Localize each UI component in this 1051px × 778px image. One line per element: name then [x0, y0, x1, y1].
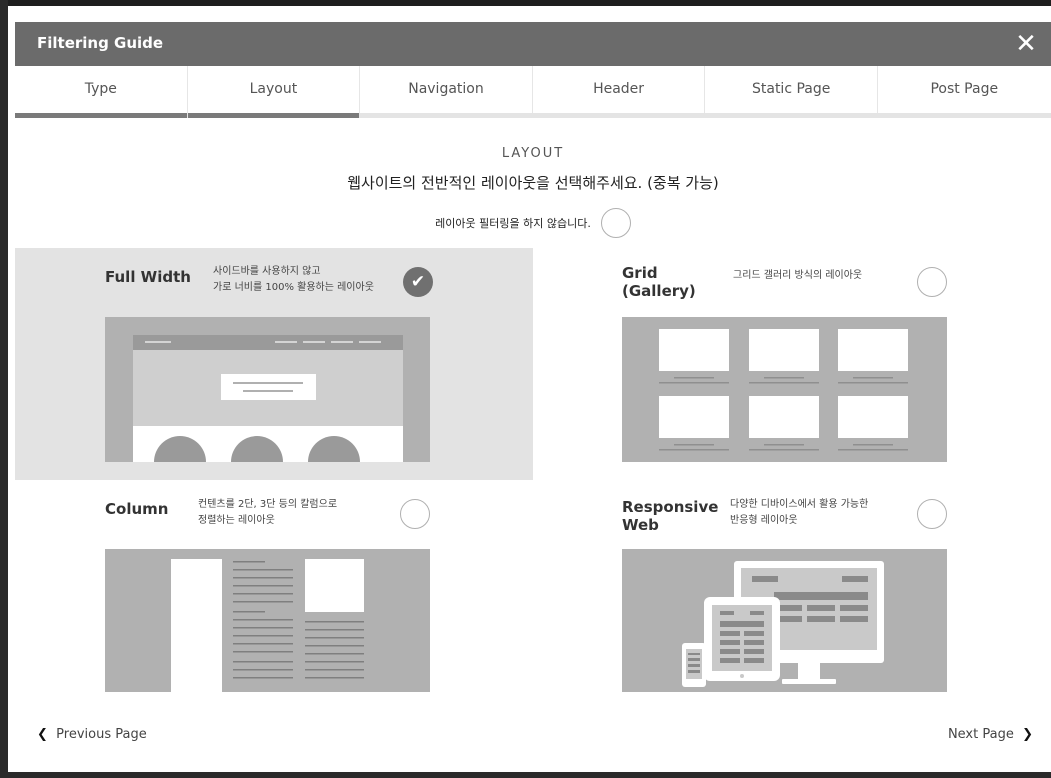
tab-label: Navigation: [408, 81, 484, 97]
tab-indicator: [187, 113, 360, 118]
option-title-line: (Gallery): [622, 282, 696, 300]
chevron-right-icon: ❯: [1022, 727, 1033, 742]
option-desc-line: 반응형 레이아웃: [730, 515, 798, 526]
option-radio[interactable]: [917, 267, 947, 297]
tab-header[interactable]: Header: [532, 66, 706, 118]
tab-bar: Type Layout Navigation Header Static Pag…: [15, 66, 1051, 118]
tab-label: Static Page: [751, 81, 831, 97]
option-title-line: Web: [622, 516, 659, 534]
option-description: 그리드 갤러리 방식의 레이아웃: [733, 270, 863, 281]
column-illustration: [105, 549, 430, 692]
no-filter-radio[interactable]: [600, 208, 631, 238]
no-filter-row: 레이아웃 필터링을 하지 않습니다.: [15, 208, 1051, 238]
option-column[interactable]: Column 컨텐츠를 2단, 3단 등의 칼럼으로 정렬하는 레이아웃: [15, 480, 533, 712]
option-title-line: Responsive: [622, 498, 719, 516]
option-title: Full Width: [105, 268, 191, 286]
next-page-label: Next Page: [947, 727, 1014, 742]
previous-page-label: Previous Page: [56, 727, 147, 742]
filtering-guide-modal: Filtering Guide ✕ Type Layout Navigation…: [15, 22, 1051, 772]
option-responsive-web[interactable]: Responsive Web 다양한 디바이스에서 활용 가능한 반응형 레이아…: [533, 480, 1051, 712]
tab-navigation[interactable]: Navigation: [360, 66, 533, 118]
modal-header: Filtering Guide ✕: [15, 22, 1051, 66]
column-layout-icon: [171, 559, 364, 692]
responsive-web-illustration: [622, 549, 947, 692]
tab-label: Layout: [249, 81, 298, 97]
option-full-width[interactable]: Full Width 사이드바를 사용하지 않고 가로 너비를 100% 활용하…: [15, 248, 533, 480]
option-grid-gallery[interactable]: Grid (Gallery) 그리드 갤러리 방식의 레이아웃: [533, 248, 1051, 480]
tab-indicator: [877, 113, 1051, 118]
close-icon[interactable]: ✕: [1011, 29, 1041, 59]
backdrop-left-edge: [0, 0, 8, 778]
option-title-line: Grid: [622, 264, 658, 282]
grid-gallery-illustration: [622, 317, 947, 462]
option-title: Grid (Gallery): [622, 264, 696, 300]
option-desc-line: 가로 너비를 100% 활용하는 레이아웃: [213, 282, 374, 293]
option-desc-line: 사이드바를 사용하지 않고: [213, 266, 321, 277]
tab-indicator: [532, 113, 705, 118]
option-desc-line: 다양한 디바이스에서 활용 가능한: [730, 499, 869, 510]
option-title: Responsive Web: [622, 498, 718, 534]
section-description: 웹사이트의 전반적인 레이아웃을 선택해주세요. (중복 가능): [347, 174, 719, 192]
check-icon[interactable]: ✔: [403, 267, 433, 297]
option-description: 사이드바를 사용하지 않고 가로 너비를 100% 활용하는 레이아웃: [213, 264, 374, 296]
tab-indicator: [15, 113, 187, 118]
previous-page-button[interactable]: ❮ Previous Page: [37, 727, 147, 742]
grid-layout-icon: [659, 329, 908, 451]
tab-indicator: [360, 113, 532, 118]
backdrop-bottom-edge: [0, 772, 1051, 778]
next-page-button[interactable]: Next Page ❯: [948, 727, 1033, 742]
modal-title: Filtering Guide: [37, 34, 164, 52]
no-filter-label: 레이아웃 필터링을 하지 않습니다.: [435, 217, 591, 230]
tab-label: Post Page: [930, 81, 999, 97]
tab-type[interactable]: Type: [15, 66, 188, 118]
devices-icon: [682, 561, 884, 687]
tab-label: Header: [593, 81, 645, 97]
tab-static-page[interactable]: Static Page: [705, 66, 878, 118]
tab-label: Type: [84, 81, 117, 97]
option-description: 다양한 디바이스에서 활용 가능한 반응형 레이아웃: [730, 497, 868, 529]
option-radio[interactable]: [917, 499, 947, 529]
option-description: 컨텐츠를 2단, 3단 등의 칼럼으로 정렬하는 레이아웃: [198, 497, 337, 529]
tab-layout[interactable]: Layout: [187, 66, 361, 118]
option-title: Column: [105, 500, 169, 518]
backdrop-top-edge: [0, 0, 1051, 6]
option-desc-line: 정렬하는 레이아웃: [198, 515, 275, 526]
tab-indicator: [705, 113, 877, 118]
option-radio[interactable]: [400, 499, 430, 529]
section-label: LAYOUT: [501, 146, 565, 161]
option-desc-line: 컨텐츠를 2단, 3단 등의 칼럼으로: [198, 499, 338, 510]
tab-post-page[interactable]: Post Page: [877, 66, 1051, 118]
chevron-left-icon: ❮: [37, 727, 48, 742]
full-width-illustration: [105, 317, 430, 462]
full-width-layout-icon: [133, 335, 403, 462]
